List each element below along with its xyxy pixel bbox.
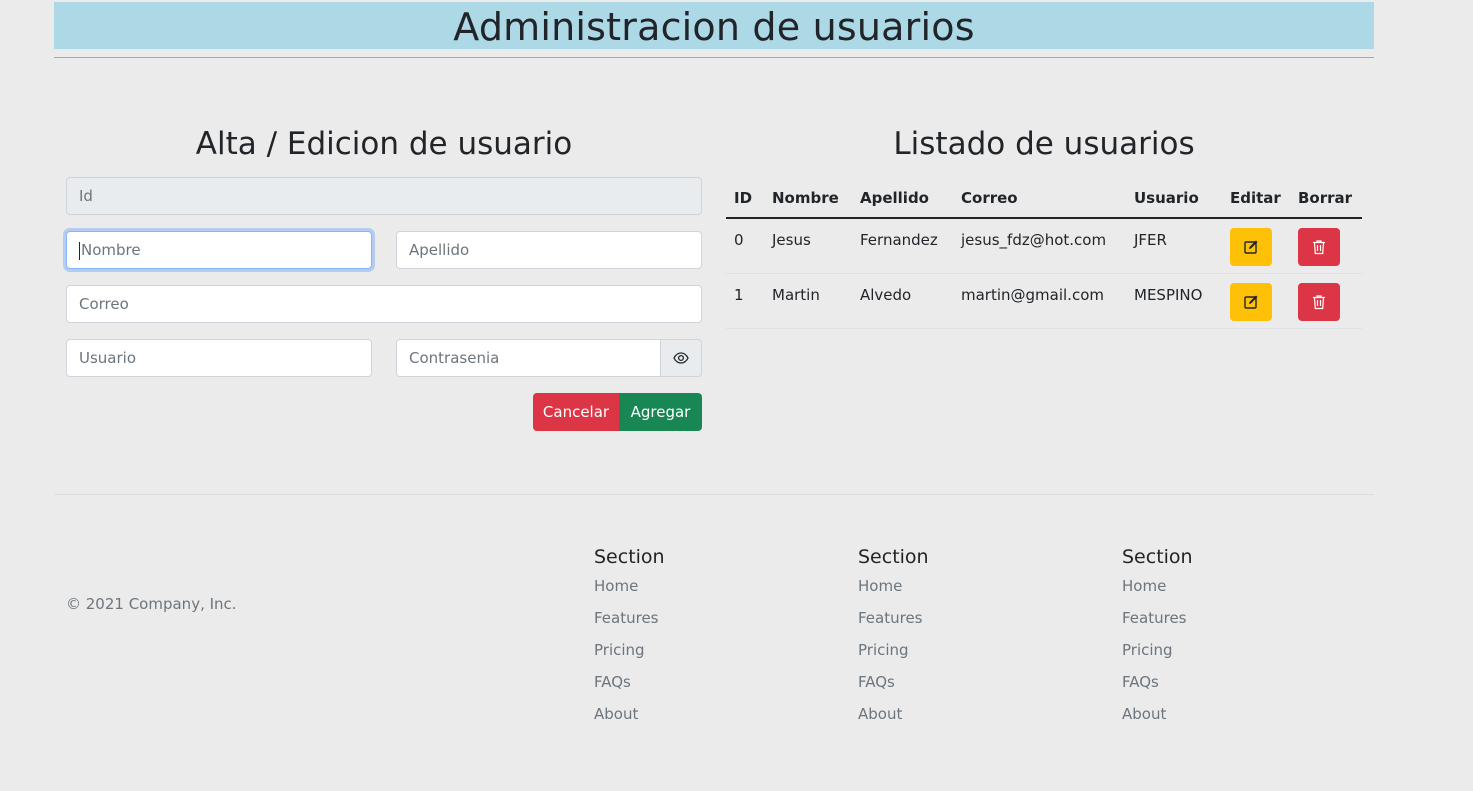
footer-links: Home Features Pricing FAQs About: [594, 576, 834, 736]
footer-link-features[interactable]: Features: [1122, 608, 1362, 640]
eye-icon: [673, 352, 689, 364]
apellido-placeholder: Apellido: [409, 241, 470, 259]
contrasenia-placeholder: Contrasenia: [409, 349, 500, 367]
header-divider: [54, 57, 1374, 58]
trash-icon: [1313, 294, 1325, 309]
table-row: 0 Jesus Fernandez jesus_fdz@hot.com JFER: [726, 218, 1362, 274]
footer-link-home[interactable]: Home: [1122, 576, 1362, 608]
column-header-nombre: Nombre: [764, 178, 852, 219]
text-caret: [79, 241, 80, 260]
column-header-apellido: Apellido: [852, 178, 953, 219]
cell-usuario: MESPINO: [1126, 273, 1222, 329]
footer-link-faqs[interactable]: FAQs: [594, 672, 834, 704]
edit-icon: [1244, 295, 1258, 309]
cell-edit: [1222, 218, 1290, 274]
nombre-placeholder: Nombre: [81, 241, 141, 259]
users-table: ID Nombre Apellido Correo Usuario Editar…: [726, 178, 1362, 329]
page-title: Administracion de usuarios: [54, 2, 1374, 49]
column-header-borrar: Borrar: [1290, 178, 1362, 219]
cell-correo: martin@gmail.com: [953, 273, 1126, 329]
footer-link-pricing[interactable]: Pricing: [594, 640, 834, 672]
cancel-button[interactable]: Cancelar: [533, 393, 619, 431]
column-header-id: ID: [726, 178, 764, 219]
cell-apellido: Fernandez: [852, 218, 953, 274]
show-password-button[interactable]: [660, 339, 702, 377]
add-button[interactable]: Agregar: [619, 393, 702, 431]
form-title: Alta / Edicion de usuario: [195, 126, 573, 162]
cell-delete: [1290, 218, 1362, 274]
apellido-field[interactable]: Apellido: [396, 231, 702, 269]
id-field: Id: [66, 177, 702, 215]
column-header-editar: Editar: [1222, 178, 1290, 219]
delete-button[interactable]: [1298, 282, 1340, 321]
delete-button[interactable]: [1298, 228, 1340, 266]
copyright-text: © 2021 Company, Inc.: [66, 595, 237, 613]
edit-button[interactable]: [1230, 282, 1272, 321]
footer-section-title: Section: [1122, 546, 1193, 568]
footer-section: Section Home Features Pricing FAQs About: [594, 545, 834, 736]
cell-delete: [1290, 273, 1362, 329]
footer-divider: [54, 494, 1374, 495]
cell-nombre: Jesus: [764, 218, 852, 274]
usuario-field[interactable]: Usuario: [66, 339, 372, 377]
id-placeholder: Id: [79, 187, 93, 205]
footer-links: Home Features Pricing FAQs About: [1122, 576, 1362, 736]
cell-id: 0: [726, 218, 764, 274]
cell-correo: jesus_fdz@hot.com: [953, 218, 1126, 274]
contrasenia-field[interactable]: Contrasenia: [396, 339, 661, 377]
list-title: Listado de usuarios: [893, 126, 1195, 162]
footer-section: Section Home Features Pricing FAQs About: [1122, 545, 1362, 736]
footer-link-faqs[interactable]: FAQs: [1122, 672, 1362, 704]
cell-nombre: Martin: [764, 273, 852, 329]
table-header-row: ID Nombre Apellido Correo Usuario Editar…: [726, 178, 1362, 219]
footer-links: Home Features Pricing FAQs About: [858, 576, 1098, 736]
footer-link-about[interactable]: About: [594, 704, 834, 736]
edit-button[interactable]: [1230, 228, 1272, 266]
footer-link-about[interactable]: About: [858, 704, 1098, 736]
footer-section: Section Home Features Pricing FAQs About: [858, 545, 1098, 736]
column-header-usuario: Usuario: [1126, 178, 1222, 219]
correo-field[interactable]: Correo: [66, 285, 702, 323]
footer-link-home[interactable]: Home: [594, 576, 834, 608]
footer-section-title: Section: [858, 546, 929, 568]
cell-edit: [1222, 273, 1290, 329]
cell-apellido: Alvedo: [852, 273, 953, 329]
table-row: 1 Martin Alvedo martin@gmail.com MESPINO: [726, 273, 1362, 329]
footer-link-faqs[interactable]: FAQs: [858, 672, 1098, 704]
footer-link-features[interactable]: Features: [594, 608, 834, 640]
footer-link-about[interactable]: About: [1122, 704, 1362, 736]
correo-placeholder: Correo: [79, 295, 129, 313]
nombre-field[interactable]: Nombre: [66, 231, 372, 269]
cell-usuario: JFER: [1126, 218, 1222, 274]
footer-link-pricing[interactable]: Pricing: [858, 640, 1098, 672]
usuario-placeholder: Usuario: [79, 349, 137, 367]
footer-section-title: Section: [594, 546, 665, 568]
cell-id: 1: [726, 273, 764, 329]
edit-icon: [1244, 240, 1258, 254]
column-header-correo: Correo: [953, 178, 1126, 219]
footer-link-pricing[interactable]: Pricing: [1122, 640, 1362, 672]
trash-icon: [1313, 240, 1325, 255]
page-header: Administracion de usuarios: [54, 0, 1374, 58]
footer-link-home[interactable]: Home: [858, 576, 1098, 608]
footer-link-features[interactable]: Features: [858, 608, 1098, 640]
